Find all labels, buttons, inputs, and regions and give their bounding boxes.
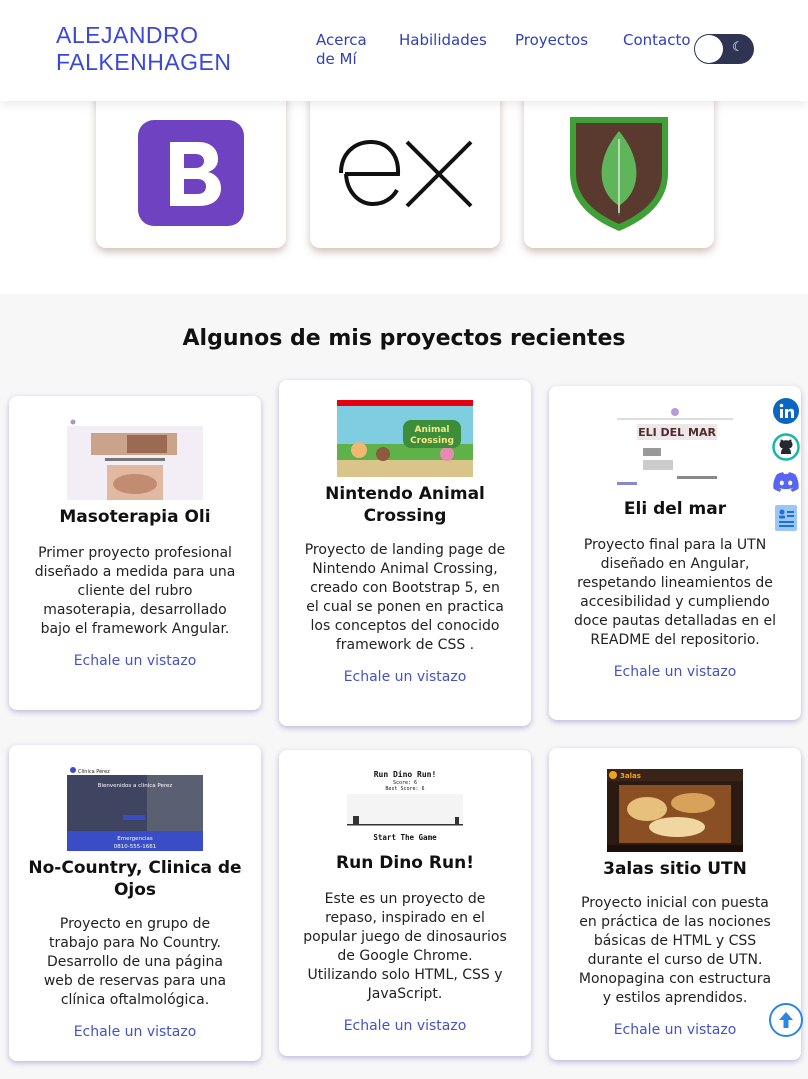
theme-toggle[interactable]: ☾ xyxy=(694,34,754,64)
project-title: Run Dino Run! xyxy=(336,853,474,873)
thumb-ac-logo-line1: Animal xyxy=(415,425,450,435)
project-view-link[interactable]: Echale un vistazo xyxy=(549,664,801,680)
project-view-link[interactable]: Echale un vistazo xyxy=(549,1022,801,1038)
github-icon[interactable] xyxy=(772,433,800,461)
thumb-clinic-phone: 0810-555-1661 xyxy=(114,844,156,850)
tech-card-bootstrap xyxy=(96,80,286,248)
project-title: Masoterapia Oli xyxy=(59,507,211,527)
project-card: Run Dino Run! Score: 6 Best Score: 6 Sta… xyxy=(279,750,531,1056)
projects-section-title: Algunos de mis proyectos recientes xyxy=(182,326,626,351)
thumb-clinic-welcome: Bienvenidos a clinica Perez xyxy=(98,783,173,789)
thumb-3alas-brand: 3alas xyxy=(620,772,641,780)
project-thumbnail-3alas[interactable]: 3alas xyxy=(607,769,743,852)
project-view-link[interactable]: Echale un vistazo xyxy=(279,1018,531,1034)
project-thumbnail-dino[interactable]: Run Dino Run! Score: 6 Best Score: 6 Sta… xyxy=(337,768,473,844)
thumb-dino-title: Run Dino Run! xyxy=(374,769,437,779)
nav-projects-link[interactable]: Proyectos xyxy=(515,31,588,50)
project-title: No-Country, Clinica de Ojos xyxy=(28,858,242,900)
toggle-knob xyxy=(695,35,723,63)
nav-contact-link[interactable]: Contacto xyxy=(623,31,691,50)
thumb-eli-logo: ELI DEL MAR xyxy=(638,426,716,439)
nav-about-line2: de Mí xyxy=(316,50,357,68)
discord-icon[interactable] xyxy=(772,468,800,496)
bootstrap-logo-icon xyxy=(138,120,244,226)
express-logo-icon xyxy=(339,139,473,208)
projects-section: Algunos de mis proyectos recientes Masot… xyxy=(0,294,808,1079)
linkedin-icon[interactable] xyxy=(772,397,800,425)
project-title: Eli del mar xyxy=(623,499,727,519)
thumb-clinic-brand: Clínica Pérez xyxy=(78,768,110,775)
site-header: ALEJANDRO FALKENHAGEN Acerca de Mí Habil… xyxy=(0,0,808,101)
thumb-ac-logo-line2: Crossing xyxy=(410,436,454,446)
project-card: 3alas 3alas sitio UTN Proyecto inicial c… xyxy=(549,748,801,1060)
moon-icon: ☾ xyxy=(732,40,744,55)
project-thumbnail-masoterapia[interactable] xyxy=(67,418,203,500)
project-thumbnail-eli-del-mar[interactable]: ELI DEL MAR xyxy=(607,406,743,492)
nav-about-line1: Acerca xyxy=(316,31,367,49)
project-view-link[interactable]: Echale un vistazo xyxy=(9,1024,261,1040)
mongodb-logo-icon xyxy=(570,117,668,231)
project-title: Nintendo Animal Crossing xyxy=(325,484,485,526)
project-card: Masoterapia Oli Primer proyecto profesio… xyxy=(9,396,261,710)
contact-card-icon[interactable] xyxy=(772,504,800,532)
project-card: ELI DEL MAR Eli del mar Proyecto final p… xyxy=(549,386,801,720)
project-description: Proyecto final para la UTN diseñado en A… xyxy=(574,537,776,648)
thumb-clinic-emergency: Emergencias xyxy=(117,836,153,842)
project-description: Proyecto en grupo de trabajo para No Cou… xyxy=(43,916,227,1008)
brand-first-name: ALEJANDRO xyxy=(56,22,199,48)
project-description: Proyecto de landing page de Nintendo Ani… xyxy=(304,542,506,653)
thumb-dino-best: Best Score: 6 xyxy=(385,786,424,792)
project-view-link[interactable]: Echale un vistazo xyxy=(279,669,531,685)
arrow-up-circle-icon[interactable] xyxy=(769,1003,803,1037)
brand-last-name: FALKENHAGEN xyxy=(56,49,232,75)
project-view-link[interactable]: Echale un vistazo xyxy=(9,653,261,669)
tech-card-express xyxy=(310,80,500,248)
nav-about-link[interactable]: Acerca de Mí xyxy=(316,31,367,69)
project-title: 3alas sitio UTN xyxy=(603,859,747,879)
nav-skills-link[interactable]: Habilidades xyxy=(399,31,487,50)
project-thumbnail-no-country[interactable]: Clínica Pérez Bienvenidos a clinica Pere… xyxy=(67,765,203,851)
project-card: Clínica Pérez Bienvenidos a clinica Pere… xyxy=(9,745,261,1061)
project-description: Este es un proyecto de repaso, inspirado… xyxy=(303,891,507,1002)
brand-logo[interactable]: ALEJANDRO FALKENHAGEN xyxy=(56,22,232,76)
project-description: Proyecto inicial con puesta en práctica … xyxy=(578,895,772,1006)
project-card: Animal Crossing Nintendo Animal Crossing… xyxy=(279,380,531,726)
project-thumbnail-animal-crossing[interactable]: Animal Crossing xyxy=(337,400,473,477)
project-description: Primer proyecto profesional diseñado a m… xyxy=(34,545,236,637)
tech-card-mongodb xyxy=(524,80,714,248)
thumb-dino-start: Start The Game xyxy=(373,833,437,842)
